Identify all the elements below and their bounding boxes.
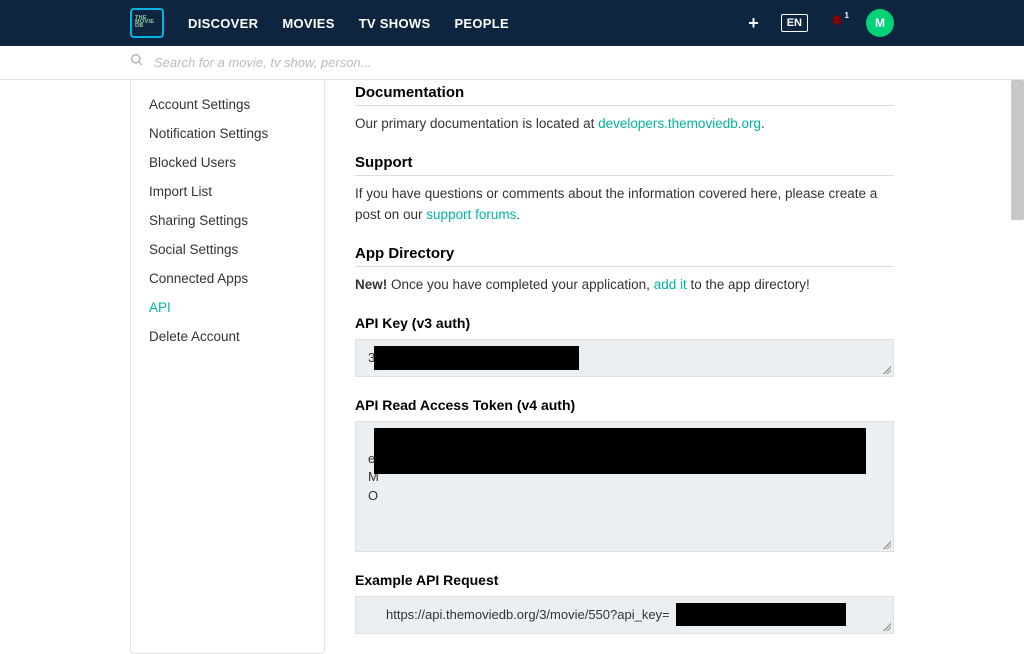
nav-movies[interactable]: MOVIES [282,16,334,31]
redacted-block [374,346,579,370]
language-selector[interactable]: EN [781,14,808,32]
resize-handle-icon [883,623,891,631]
header-right: + EN 1 M [748,9,894,37]
example-request-label: Example API Request [355,572,894,588]
app-directory-text: New! Once you have completed your applic… [355,275,894,295]
content-container: Account Settings Notification Settings B… [0,80,1024,654]
support-text: If you have questions or comments about … [355,184,894,225]
notifications-button[interactable]: 1 [830,14,844,33]
avatar[interactable]: M [866,9,894,37]
sidebar-item-sharing-settings[interactable]: Sharing Settings [131,206,324,235]
api-key-label: API Key (v3 auth) [355,315,894,331]
scrollbar[interactable] [1011,80,1024,220]
tmdb-logo[interactable]: THE MOVIE DB [130,8,164,38]
documentation-heading: Documentation [355,84,894,106]
search-icon [130,53,154,72]
sidebar-item-account-settings[interactable]: Account Settings [131,90,324,119]
sidebar-item-social-settings[interactable]: Social Settings [131,235,324,264]
access-token-label: API Read Access Token (v4 auth) [355,397,894,413]
support-heading: Support [355,154,894,176]
resize-handle-icon [883,541,891,549]
redacted-block [676,603,846,626]
new-badge: New! [355,277,387,292]
search-bar [0,46,1024,80]
documentation-text: Our primary documentation is located at … [355,114,894,134]
settings-sidebar: Account Settings Notification Settings B… [130,80,325,654]
nav-discover[interactable]: DISCOVER [188,16,258,31]
resize-handle-icon [883,366,891,374]
api-key-field[interactable]: 3 [355,339,894,377]
sidebar-item-connected-apps[interactable]: Connected Apps [131,264,324,293]
sidebar-item-api[interactable]: API [131,293,324,322]
logo-line: DB [135,25,162,29]
redacted-block [374,428,866,474]
main-nav: DISCOVER MOVIES TV SHOWS PEOPLE [188,16,509,31]
support-link[interactable]: support forums [426,207,516,222]
text: . [761,116,765,131]
text: to the app directory! [687,277,810,292]
header-left: THE MOVIE DB DISCOVER MOVIES TV SHOWS PE… [130,8,509,38]
access-token-field[interactable]: e M O [355,421,894,552]
text: Once you have completed your application… [387,277,653,292]
top-header: THE MOVIE DB DISCOVER MOVIES TV SHOWS PE… [0,0,1024,46]
sidebar-item-import-list[interactable]: Import List [131,177,324,206]
sidebar-item-blocked-users[interactable]: Blocked Users [131,148,324,177]
sidebar-item-delete-account[interactable]: Delete Account [131,322,324,351]
search-input[interactable] [154,55,554,70]
text: . [516,207,520,222]
documentation-link[interactable]: developers.themoviedb.org [598,116,761,131]
nav-people[interactable]: PEOPLE [454,16,509,31]
add-it-link[interactable]: add it [654,277,687,292]
plus-icon[interactable]: + [748,13,759,34]
nav-tvshows[interactable]: TV SHOWS [359,16,431,31]
bell-icon [830,15,844,32]
example-request-field[interactable]: https://api.themoviedb.org/3/movie/550?a… [355,596,894,634]
notification-count: 1 [845,11,849,20]
sidebar-item-notification-settings[interactable]: Notification Settings [131,119,324,148]
example-request-value: https://api.themoviedb.org/3/movie/550?a… [386,607,670,622]
main-content: Documentation Our primary documentation … [355,80,894,654]
text: Our primary documentation is located at [355,116,598,131]
app-directory-heading: App Directory [355,245,894,267]
